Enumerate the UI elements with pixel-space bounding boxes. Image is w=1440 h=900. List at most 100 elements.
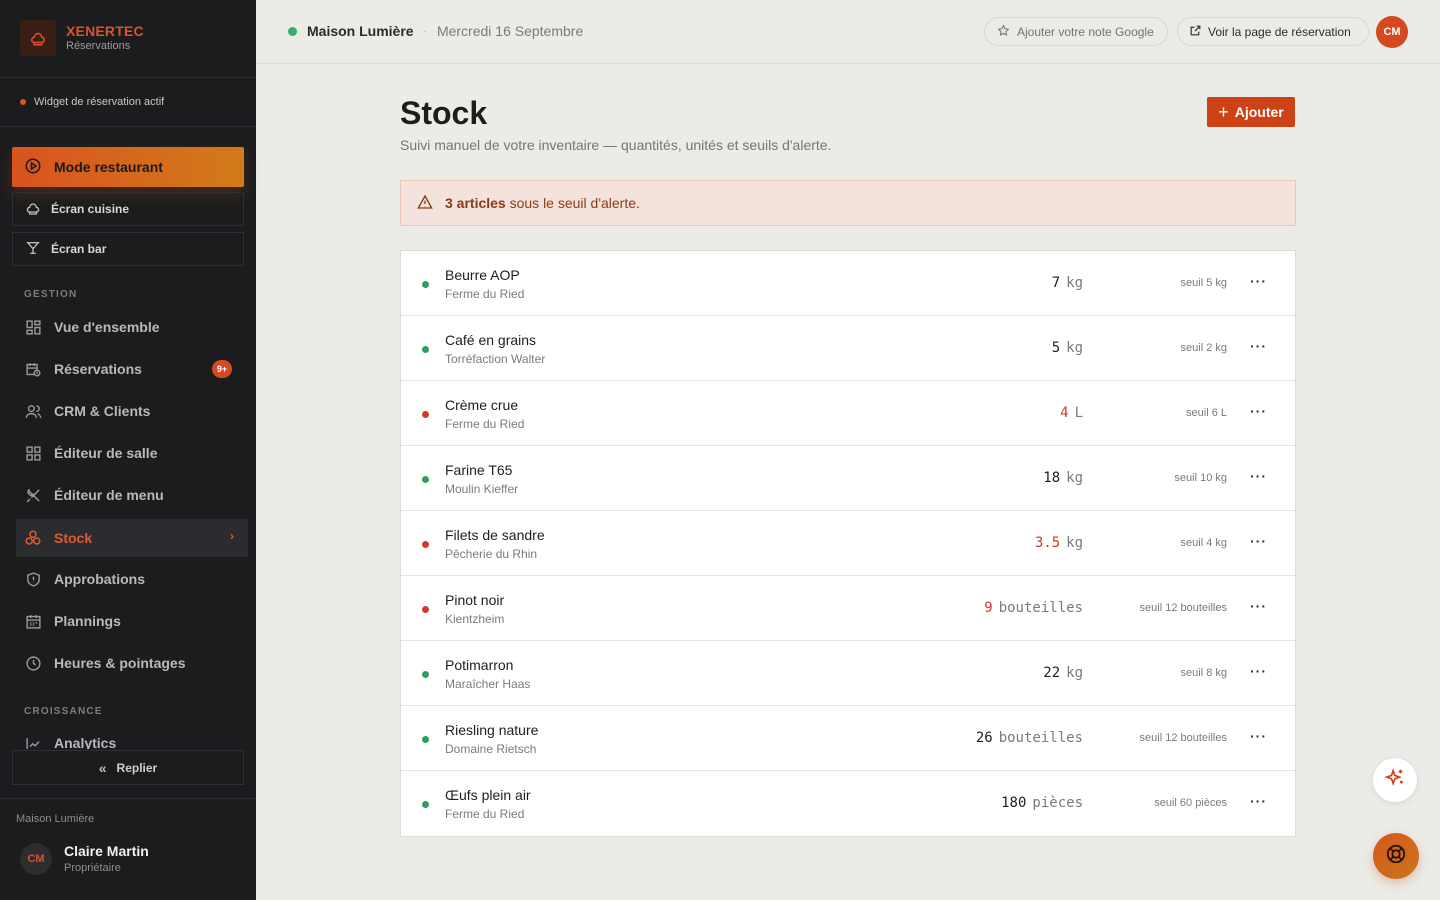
brand-subtitle: Réservations — [66, 40, 131, 52]
user-profile[interactable]: CM Claire Martin Propriétaire — [20, 842, 149, 876]
booking-page-button[interactable]: Voir la page de réservation — [1177, 17, 1369, 46]
row-menu-icon[interactable]: ··· — [1250, 468, 1267, 484]
reservations-count-badge: 9+ — [212, 360, 232, 378]
google-rating-button[interactable]: Ajouter votre note Google — [984, 17, 1168, 46]
item-quantity: 22 kg — [1043, 665, 1083, 681]
table-row[interactable]: Riesling nature Domaine Rietsch 26 boutei… — [401, 706, 1295, 771]
kitchen-screen-button[interactable]: Écran cuisine — [12, 192, 244, 226]
add-item-label: Ajouter — [1234, 104, 1284, 120]
quantity-unit: bouteilles — [998, 600, 1083, 616]
restaurant-indicator: Maison Lumière · Mercredi 16 Septembre — [288, 23, 583, 39]
sidebar-item-schedules[interactable]: Plannings — [16, 602, 248, 640]
sidebar-item-supplies[interactable]: Approbations — [16, 560, 248, 598]
sidebar-item-label: Plannings — [54, 613, 121, 629]
brand[interactable]: XENERTEC Réservations — [20, 20, 144, 56]
table-row[interactable]: Beurre AOP Ferme du Ried 7 kg seuil 5 kg … — [401, 251, 1295, 316]
quantity-unit: kg — [1066, 275, 1083, 291]
ai-assistant-button[interactable] — [1372, 757, 1418, 803]
item-quantity: 26 bouteilles — [976, 730, 1083, 746]
chef-hat-icon — [20, 20, 56, 56]
quantity-value: 5 — [1051, 340, 1061, 356]
sidebar-item-crm[interactable]: CRM & Clients — [16, 392, 248, 430]
google-rating-label: Ajouter votre note Google — [1017, 24, 1154, 39]
row-menu-icon[interactable]: ··· — [1250, 663, 1267, 679]
section-croissance: CROISSANCE — [24, 706, 103, 717]
sidebar-item-stock[interactable]: Stock › — [16, 519, 248, 557]
shield-alert-icon — [24, 570, 42, 588]
quantity-value: 4 — [1060, 405, 1069, 421]
sidebar-item-hours[interactable]: Heures & pointages — [16, 644, 248, 682]
quantity-value: 22 — [1043, 665, 1061, 681]
sidebar-item-menu-editor[interactable]: Éditeur de menu — [16, 476, 248, 514]
alert-rest: sous le seuil d'alerte. — [505, 195, 640, 211]
quantity-unit: kg — [1066, 340, 1083, 356]
collapse-label: Replier — [116, 760, 158, 775]
stock-status-dot — [422, 541, 429, 548]
table-row[interactable]: Œufs plein air Ferme du Ried 180 pièces s… — [401, 771, 1295, 836]
row-menu-icon[interactable]: ··· — [1250, 403, 1267, 419]
users-icon — [24, 402, 42, 420]
clock-icon — [24, 654, 42, 672]
quantity-unit: L — [1074, 405, 1083, 421]
bar-screen-button[interactable]: Écran bar — [12, 232, 244, 266]
layout-icon — [24, 444, 42, 462]
mode-restaurant-label: Mode restaurant — [54, 159, 163, 175]
stock-status-dot — [422, 671, 429, 678]
stock-boxes-icon — [24, 529, 42, 547]
row-menu-icon[interactable]: ··· — [1250, 338, 1267, 354]
row-menu-icon[interactable]: ··· — [1250, 533, 1267, 549]
external-link-icon — [1189, 24, 1202, 40]
footer-restaurant: Maison Lumière — [16, 813, 95, 825]
table-row[interactable]: Crème crue Ferme du Ried 4L seuil 6 L ··… — [401, 381, 1295, 446]
mode-restaurant-button[interactable]: Mode restaurant — [12, 147, 244, 187]
sidebar-item-analytics[interactable]: Analytics — [16, 727, 248, 749]
sidebar-item-room-editor[interactable]: Éditeur de salle — [16, 434, 248, 472]
item-supplier: Torréfaction Walter — [445, 352, 546, 366]
user-avatar[interactable]: CM — [1376, 16, 1408, 48]
item-threshold: seuil 6 L — [1186, 407, 1227, 419]
divider — [0, 798, 256, 799]
help-lifebuoy-button[interactable] — [1373, 833, 1419, 879]
quantity-value: 7 — [1051, 275, 1061, 291]
grid-icon — [24, 318, 42, 336]
add-item-button[interactable]: + Ajouter — [1207, 97, 1295, 127]
utensils-crossed-icon — [24, 486, 42, 504]
row-menu-icon[interactable]: ··· — [1250, 598, 1267, 614]
item-threshold: seuil 10 kg — [1174, 472, 1227, 484]
row-menu-icon[interactable]: ··· — [1250, 273, 1267, 289]
quantity-value: 180 — [1001, 795, 1027, 811]
star-icon — [997, 23, 1010, 40]
table-row[interactable]: Pinot noir Kientzheim 9 bouteilles seuil … — [401, 576, 1295, 641]
table-row[interactable]: Potimarron Maraîcher Haas 22 kg seuil 8 k… — [401, 641, 1295, 706]
user-name: Claire Martin — [64, 843, 149, 859]
item-supplier: Ferme du Ried — [445, 287, 525, 301]
row-menu-icon[interactable]: ··· — [1250, 728, 1267, 744]
separator-dot: · — [423, 25, 427, 37]
stock-list: Beurre AOP Ferme du Ried 7 kg seuil 5 kg … — [400, 250, 1296, 837]
table-row[interactable]: Farine T65 Moulin Kieffer 18 kg seuil 10 … — [401, 446, 1295, 511]
cocktail-glass-icon — [25, 240, 41, 259]
item-name: Pinot noir — [445, 592, 505, 608]
current-date: Mercredi 16 Septembre — [436, 23, 584, 39]
sidebar-item-label: Vue d'ensemble — [54, 319, 160, 335]
calendar-clock-icon — [24, 360, 42, 378]
sidebar-item-label: Éditeur de salle — [54, 445, 158, 461]
table-row[interactable]: Café en grains Torréfaction Walter 5 kg s… — [401, 316, 1295, 381]
table-row[interactable]: Filets de sandre Pêcherie du Rhin 3.5 kg … — [401, 511, 1295, 576]
lifebuoy-icon — [1385, 843, 1407, 870]
sidebar-item-overview[interactable]: Vue d'ensemble — [16, 308, 248, 346]
collapse-sidebar-button[interactable]: « Replier — [12, 750, 244, 785]
quantity-value: 9 — [984, 600, 993, 616]
row-menu-icon[interactable]: ··· — [1250, 793, 1267, 809]
item-threshold: seuil 8 kg — [1180, 667, 1227, 679]
quantity-unit: kg — [1066, 535, 1083, 551]
item-name: Beurre AOP — [445, 267, 520, 283]
item-threshold: seuil 2 kg — [1180, 342, 1227, 354]
booking-page-label: Voir la page de réservation — [1208, 24, 1351, 39]
alert-count: 3 articles — [445, 195, 506, 211]
alert-text: 3 articles sous le seuil d'alerte. — [445, 195, 640, 211]
item-name: Farine T65 — [445, 462, 513, 478]
sidebar-item-reservations[interactable]: Réservations 9+ — [16, 350, 248, 388]
item-name: Filets de sandre — [445, 527, 545, 543]
warning-triangle-icon — [417, 194, 433, 213]
